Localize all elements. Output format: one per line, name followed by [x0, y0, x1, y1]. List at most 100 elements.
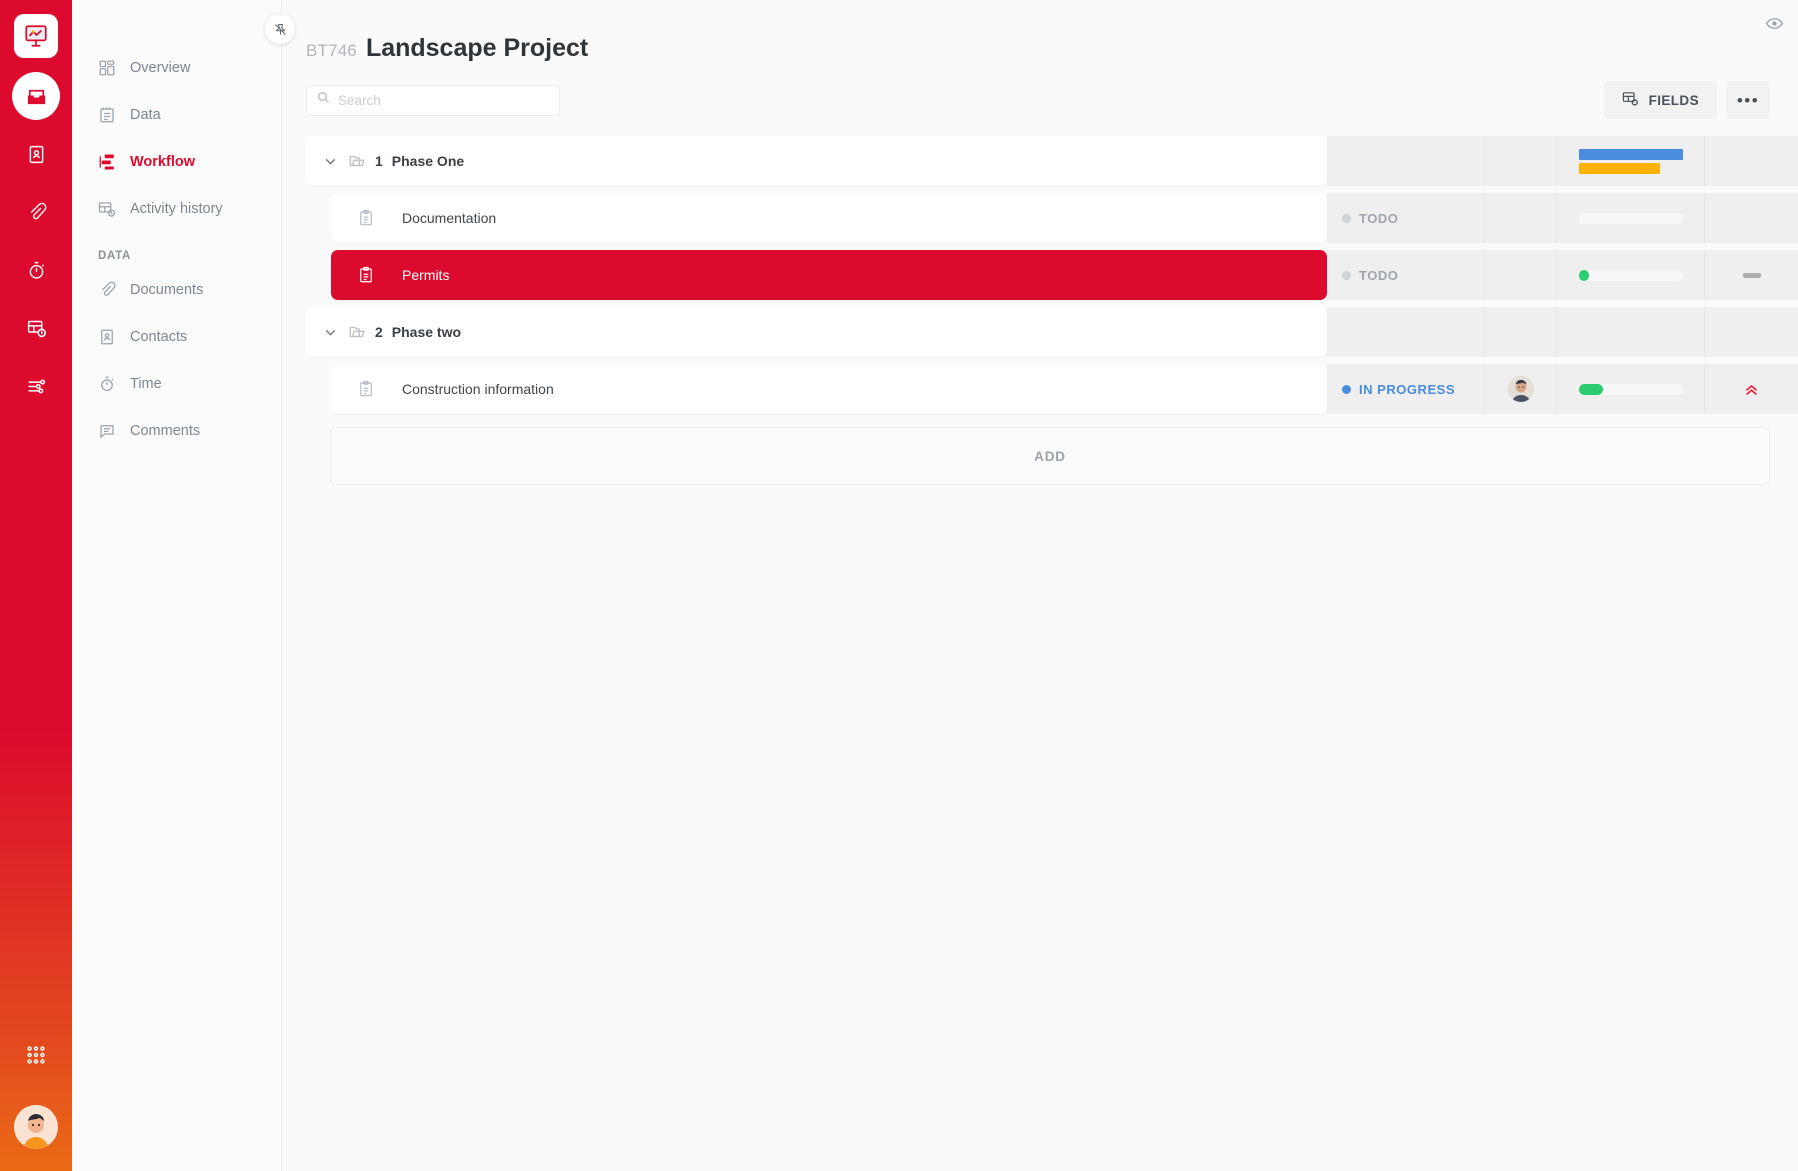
- task-name: Documentation: [402, 210, 497, 226]
- sidebar-item-data[interactable]: Data: [72, 91, 281, 138]
- rail-item-contacts[interactable]: [12, 130, 60, 178]
- eye-icon[interactable]: [1765, 14, 1784, 38]
- status-label: TODO: [1359, 210, 1399, 226]
- page-title: BT746 Landscape Project: [282, 0, 1798, 63]
- sidebar-item-label: Comments: [130, 422, 201, 439]
- clipboard-icon: [357, 380, 376, 398]
- status-label: IN PROGRESS: [1359, 381, 1456, 397]
- table-row[interactable]: 1 Phase One: [306, 136, 1798, 186]
- task-card[interactable]: Permits: [331, 250, 1327, 300]
- app-logo[interactable]: [14, 14, 58, 58]
- sidebar-item-overview[interactable]: Overview: [72, 44, 281, 91]
- rail-item-file-box[interactable]: [12, 72, 60, 120]
- sidebar-item-time[interactable]: Time: [72, 360, 281, 407]
- status-cell[interactable]: [1327, 307, 1485, 357]
- progress-cell[interactable]: [1557, 193, 1705, 243]
- phase-card[interactable]: 1 Phase One: [306, 136, 1327, 186]
- stopwatch-icon: [98, 375, 116, 393]
- rail-item-activity-history[interactable]: [12, 304, 60, 352]
- status-badge: TODO: [1342, 211, 1398, 226]
- row-name-cell: Construction information: [306, 364, 1327, 414]
- task-name: Construction information: [402, 381, 554, 397]
- assignee-cell[interactable]: [1485, 250, 1557, 300]
- phase-name: Phase One: [391, 153, 465, 169]
- phase-number: 2: [375, 324, 383, 340]
- rail-item-time[interactable]: [12, 246, 60, 294]
- user-avatar[interactable]: [14, 1105, 58, 1149]
- sidebar-item-label: Documents: [130, 281, 204, 298]
- sidebar-item-activity-history[interactable]: Activity history: [72, 185, 281, 232]
- apps-grid-icon[interactable]: [12, 1031, 60, 1079]
- chevron-down-icon[interactable]: [322, 324, 340, 341]
- priority-cell[interactable]: [1705, 307, 1798, 357]
- chevron-down-icon[interactable]: [322, 153, 340, 170]
- main-content: BT746 Landscape Project Search FIELDS ••…: [282, 0, 1798, 1171]
- sidebar-item-label: Workflow: [130, 153, 195, 170]
- priority-cell[interactable]: [1705, 193, 1798, 243]
- fields-button[interactable]: FIELDS: [1603, 81, 1717, 119]
- progress-cell[interactable]: [1557, 136, 1705, 186]
- status-dot-icon: [1342, 270, 1351, 280]
- task-card[interactable]: Construction information: [331, 364, 1327, 414]
- table-row[interactable]: Permits TODO: [306, 250, 1798, 300]
- table-row[interactable]: Construction information IN PROGRESS: [306, 364, 1798, 414]
- table-settings-icon: [1622, 90, 1639, 110]
- sidebar-item-comments[interactable]: Comments: [72, 407, 281, 454]
- search-input[interactable]: [338, 92, 549, 108]
- progress-bar: [1578, 269, 1683, 281]
- priority-cell[interactable]: [1705, 364, 1798, 414]
- status-cell[interactable]: IN PROGRESS: [1327, 364, 1485, 414]
- sidebar-item-label: Activity history: [130, 200, 223, 217]
- assignee-cell[interactable]: [1485, 364, 1557, 414]
- status-dot-icon: [1342, 213, 1351, 223]
- add-row-label: ADD: [1034, 448, 1066, 464]
- status-cell[interactable]: [1327, 136, 1485, 186]
- sidebar-item-label: Overview: [130, 59, 191, 76]
- assignee-cell[interactable]: [1485, 136, 1557, 186]
- phase-name: Phase two: [391, 324, 462, 340]
- priority-cell[interactable]: [1705, 250, 1798, 300]
- sidebar-item-label: Contacts: [130, 328, 188, 345]
- status-cell[interactable]: TODO: [1327, 193, 1485, 243]
- search-box[interactable]: [306, 84, 560, 116]
- phase-card[interactable]: 2 Phase two: [306, 307, 1327, 357]
- priority-high-icon: [1743, 381, 1760, 398]
- add-row-button[interactable]: ADD: [330, 427, 1770, 485]
- status-cell[interactable]: TODO: [1327, 250, 1485, 300]
- project-title: Landscape Project: [365, 34, 589, 62]
- priority-cell[interactable]: [1705, 136, 1798, 186]
- paperclip-icon: [98, 281, 116, 299]
- row-grid: [1327, 307, 1798, 357]
- sidebar-item-documents[interactable]: Documents: [72, 266, 281, 313]
- data-icon: [98, 106, 116, 124]
- comments-icon: [98, 422, 116, 440]
- progress-cell[interactable]: [1557, 364, 1705, 414]
- dual-progress-bars: [1578, 148, 1683, 174]
- progress-cell[interactable]: [1557, 307, 1705, 357]
- folder-icon: [348, 152, 366, 170]
- activity-history-icon: [98, 200, 116, 218]
- row-name-cell: 1 Phase One: [306, 136, 1327, 186]
- app-root: Overview Data Workflow Activity history …: [0, 0, 1798, 1171]
- progress-bar: [1578, 383, 1683, 395]
- table-row[interactable]: 2 Phase two: [306, 307, 1798, 357]
- more-options-button[interactable]: •••: [1726, 81, 1770, 119]
- progress-bar-orange: [1578, 162, 1660, 174]
- progress-bar: [1578, 212, 1683, 224]
- rail-item-settings-sliders[interactable]: [12, 362, 60, 410]
- toolbar: FIELDS •••: [282, 63, 1798, 119]
- clipboard-icon: [357, 266, 376, 284]
- avatar[interactable]: [1507, 376, 1534, 402]
- workflow-table: 1 Phase One Documentation TODO Permits T…: [282, 136, 1798, 485]
- rail-item-attachments[interactable]: [12, 188, 60, 236]
- task-card[interactable]: Documentation: [331, 193, 1327, 243]
- row-grid: TODO: [1327, 250, 1798, 300]
- sidebar-item-contacts[interactable]: Contacts: [72, 313, 281, 360]
- unpin-button[interactable]: [265, 14, 295, 44]
- sidebar-item-workflow[interactable]: Workflow: [72, 138, 281, 185]
- assignee-cell[interactable]: [1485, 193, 1557, 243]
- row-name-cell: Permits: [306, 250, 1327, 300]
- progress-cell[interactable]: [1557, 250, 1705, 300]
- table-row[interactable]: Documentation TODO: [306, 193, 1798, 243]
- assignee-cell[interactable]: [1485, 307, 1557, 357]
